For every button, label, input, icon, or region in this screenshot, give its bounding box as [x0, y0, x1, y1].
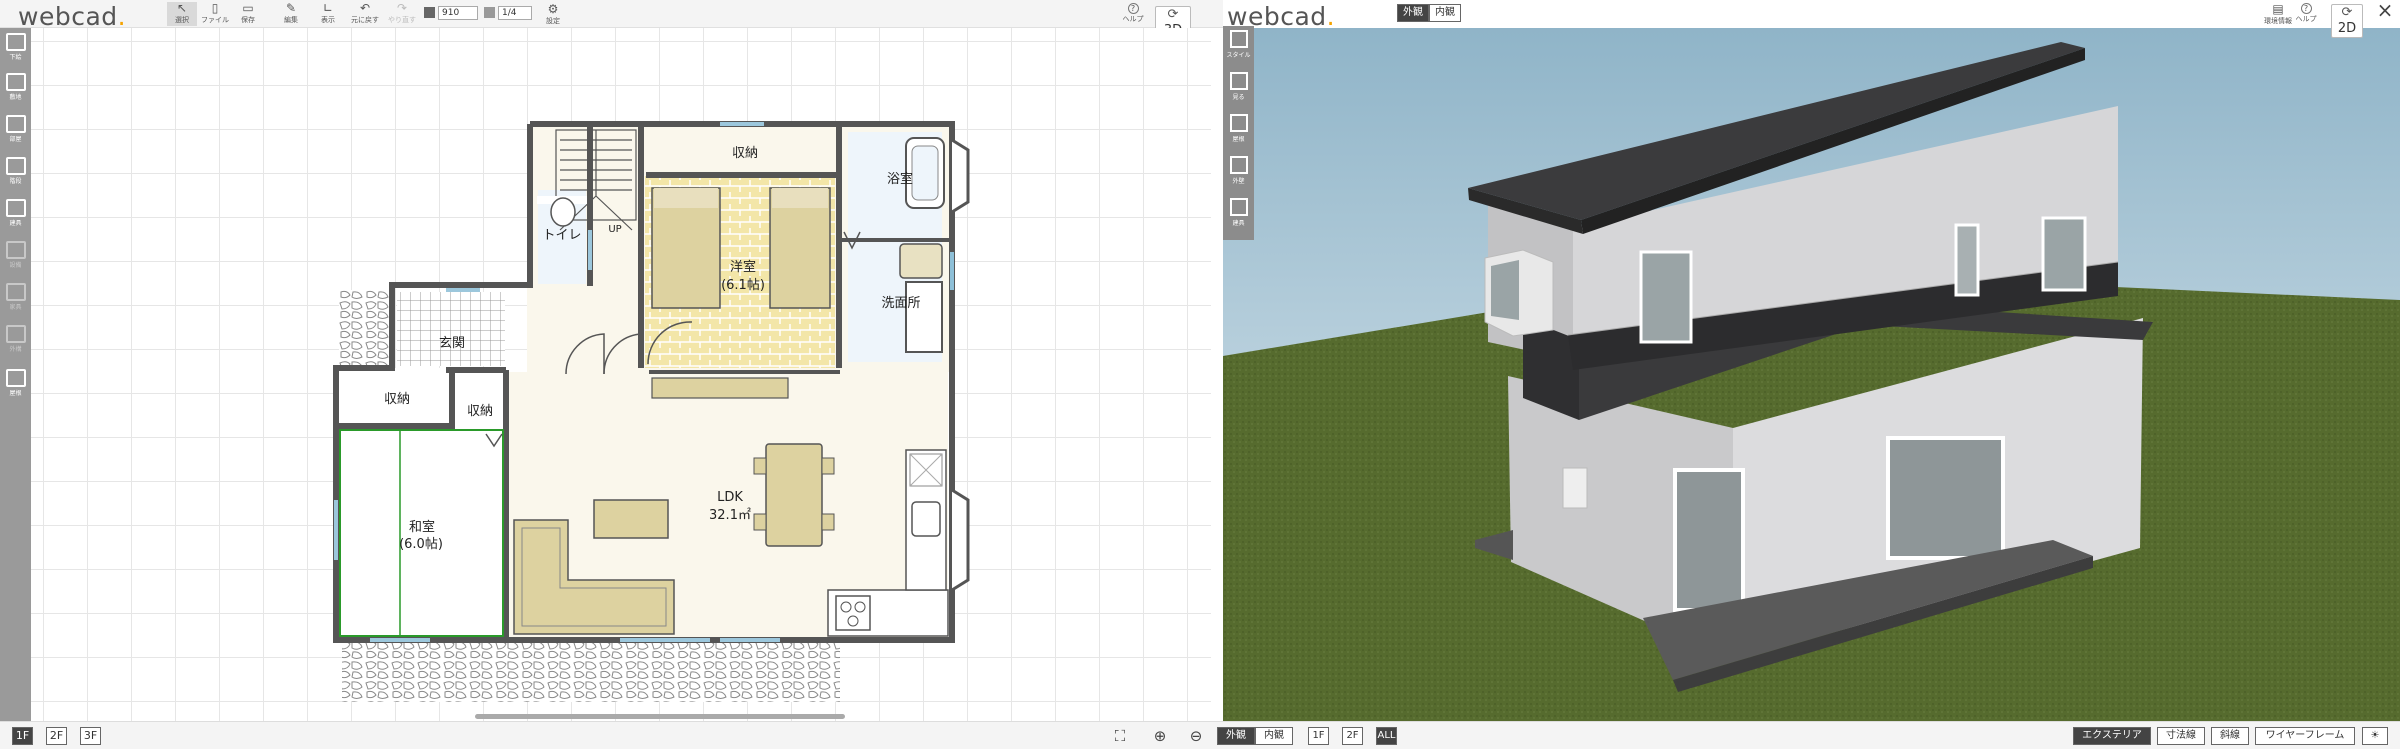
stone-path-area [339, 290, 393, 368]
sidebar3d-style[interactable]: スタイル [1226, 26, 1251, 66]
room-label: 浴室 [886, 172, 913, 187]
entrance-tile [397, 292, 505, 366]
kitchen-sink [911, 501, 941, 537]
room-label: 洋室 [729, 260, 756, 275]
room-label: 和室 [408, 520, 435, 535]
room-size: 32.1㎡ [709, 508, 751, 523]
sidebar3d-wall[interactable]: 外壁 [1226, 152, 1251, 192]
help-button-3d[interactable]: ? ヘルプ [2295, 3, 2317, 24]
floor-1f-button[interactable]: 1F [12, 727, 33, 745]
home-icon [1229, 30, 1248, 48]
room-size: (6.0帖) [399, 537, 443, 552]
room-label: 収納 [383, 392, 410, 407]
stove [835, 595, 871, 631]
stairs-up-label: UP [608, 224, 622, 235]
room-label: 洗面所 [881, 296, 921, 311]
slant-line-button[interactable]: 斜線 [2211, 727, 2249, 745]
fit-view-button[interactable]: ⛶ [1110, 726, 1130, 746]
tab-interior-bottom[interactable]: 内観 [1255, 727, 1293, 745]
tab-exterior-bottom[interactable]: 外観 [1217, 727, 1255, 745]
room-label: LDK [717, 490, 743, 505]
document-icon: ▤ [2272, 2, 2284, 16]
3d-sidebar: スタイル 見る 屋根 外壁 建具 [1223, 26, 1254, 240]
eye-icon [1229, 72, 1248, 90]
floor-2f-button[interactable]: 2F [46, 727, 67, 745]
switch-2d-button[interactable]: ⟳ 2D [2331, 4, 2363, 38]
sun-button[interactable]: ☀ [2362, 727, 2388, 745]
floor3d-1f-button[interactable]: 1F [1308, 727, 1329, 745]
help-icon: ? [2300, 3, 2312, 14]
wireframe-button[interactable]: ワイヤーフレーム [2255, 727, 2355, 745]
bottom-bar: 1F 2F 3F ⛶ ⊕ ⊖ 外観 内観 1F 2F ALL エクステリア 寸法… [0, 721, 2400, 749]
view-3d-pane: webcad. 外観 内観 ▤ 環境情報 ? ヘルプ ⟳ 2D × スタイル 見る 屋… [1223, 0, 2400, 749]
washing-machine [899, 243, 943, 279]
window [2041, 216, 2087, 292]
tv-board [651, 377, 789, 399]
3d-header: webcad. 外観 内観 ▤ 環境情報 ? ヘルプ ⟳ 2D × [1223, 0, 2400, 38]
door-icon [1229, 198, 1248, 216]
tab-interior[interactable]: 内観 [1429, 4, 1461, 22]
room-size: (6.1帖) [721, 278, 765, 293]
3d-scene[interactable] [1223, 0, 2400, 721]
window [1639, 250, 1693, 344]
sidebar3d-roof[interactable]: 屋根 [1226, 110, 1251, 150]
sliding-window [1673, 468, 1745, 612]
sidebar3d-view[interactable]: 見る [1226, 68, 1251, 108]
room-label: トイレ [542, 228, 582, 243]
zoom-in-button[interactable]: ⊕ [1150, 726, 1170, 746]
room-label: 収納 [466, 404, 493, 419]
floor3d-all-button[interactable]: ALL [1376, 727, 1397, 745]
vanity [905, 281, 943, 353]
floor-plan-drawing [333, 121, 970, 702]
refresh-icon: ⟳ [2341, 5, 2353, 20]
stone-path-area [342, 642, 840, 702]
zoom-out-button[interactable]: ⊖ [1186, 726, 1206, 746]
dining-table [765, 443, 823, 547]
tab-exterior[interactable]: 外観 [1397, 4, 1429, 22]
room-label: 収納 [731, 146, 758, 161]
dimension-line-button[interactable]: 寸法線 [2157, 727, 2205, 745]
editor-2d-pane: webcad. ↖ 選択 ▯ ファイル ▭ 保存 ✎ 編集 ∟ 表示 ↶ 元に戻す ↷ やり直… [0, 0, 1223, 749]
room-label: 玄関 [438, 336, 465, 351]
sidebar3d-fittings[interactable]: 建具 [1226, 194, 1251, 234]
horizontal-scrollbar[interactable] [475, 714, 845, 719]
app-root: webcad. ↖ 選択 ▯ ファイル ▭ 保存 ✎ 編集 ∟ 表示 ↶ 元に戻す ↷ やり直… [0, 0, 2400, 749]
vent [1562, 467, 1588, 509]
house-icon [1229, 114, 1248, 132]
window [1954, 223, 1980, 297]
floor3d-2f-button[interactable]: 2F [1342, 727, 1363, 745]
toilet-fixture [550, 197, 576, 227]
coffee-table [593, 499, 669, 539]
sliding-window [1886, 436, 2005, 560]
exterior-mode-button[interactable]: エクステリア [2073, 727, 2151, 745]
floor-3f-button[interactable]: 3F [80, 727, 101, 745]
env-info-button[interactable]: ▤ 環境情報 [2263, 2, 2293, 26]
wall-icon [1229, 156, 1248, 174]
close-button[interactable]: × [2375, 0, 2395, 20]
